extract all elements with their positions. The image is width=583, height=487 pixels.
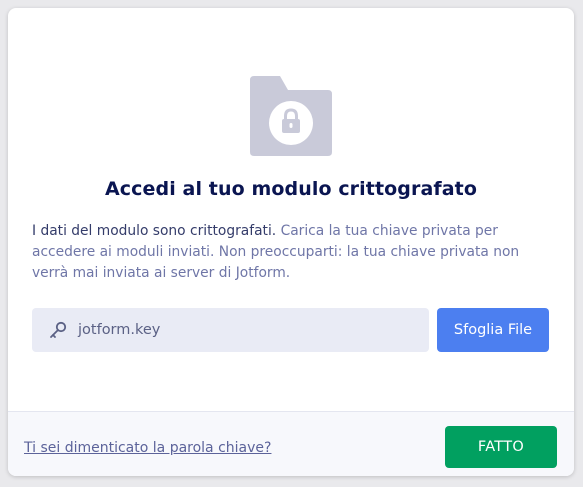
dialog-description: I dati del modulo sono crittografati. Ca… xyxy=(32,221,552,284)
done-button[interactable]: FATTO xyxy=(445,426,557,468)
encrypted-form-dialog: Accedi al tuo modulo crittografato I dat… xyxy=(8,8,574,476)
forgot-password-link[interactable]: Ti sei dimenticato la parola chiave? xyxy=(24,440,271,456)
browse-file-button[interactable]: Sfoglia File xyxy=(437,308,549,352)
key-icon xyxy=(48,320,68,340)
folder-lock-icon xyxy=(250,76,332,156)
key-file-name: jotform.key xyxy=(78,322,161,338)
description-lead: I dati del modulo sono crittografati. xyxy=(32,223,277,239)
private-key-file-field[interactable]: jotform.key xyxy=(32,308,429,352)
dialog-footer: Ti sei dimenticato la parola chiave? FAT… xyxy=(8,411,574,476)
dialog-title: Accedi al tuo modulo crittografato xyxy=(104,178,477,200)
